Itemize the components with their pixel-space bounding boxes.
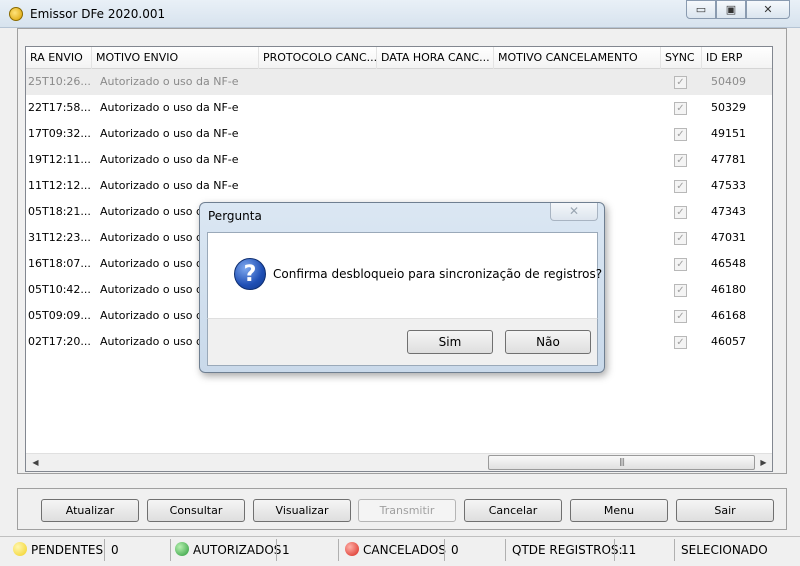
autorizados-label: AUTORIZADOS xyxy=(193,543,282,557)
title-bar: Emissor DFe 2020.001 ▭ ▣ ✕ xyxy=(0,0,800,28)
cell-id-erp: 49151 xyxy=(711,127,746,140)
window-title: Emissor DFe 2020.001 xyxy=(30,7,166,21)
qtde-registros-label: QTDE REGISTROS: xyxy=(512,543,623,557)
cell-data-envio: 05T09:09... xyxy=(28,309,90,322)
sync-checkbox[interactable]: ✓ xyxy=(674,76,687,89)
cell-id-erp: 47533 xyxy=(711,179,746,192)
menu-button[interactable]: Menu xyxy=(570,499,668,522)
divider xyxy=(674,539,675,561)
cell-id-erp: 47343 xyxy=(711,205,746,218)
cell-id-erp: 46168 xyxy=(711,309,746,322)
confirm-dialog: Pergunta ✕ ? Confirma desbloqueio para s… xyxy=(199,202,605,373)
cell-data-envio: 11T12:12... xyxy=(28,179,90,192)
autorizados-dot-icon xyxy=(175,542,189,556)
cell-data-envio: 05T18:21... xyxy=(28,205,90,218)
divider xyxy=(104,539,105,561)
divider xyxy=(444,539,445,561)
cancelados-value: 0 xyxy=(451,543,459,557)
pendentes-value: 0 xyxy=(111,543,119,557)
cell-data-envio: 31T12:23... xyxy=(28,231,90,244)
cell-data-envio: 05T10:42... xyxy=(28,283,90,296)
close-button[interactable]: ✕ xyxy=(746,0,790,19)
sync-checkbox[interactable]: ✓ xyxy=(674,232,687,245)
cell-id-erp: 46057 xyxy=(711,335,746,348)
atualizar-button[interactable]: Atualizar xyxy=(41,499,139,522)
cell-data-envio: 17T09:32... xyxy=(28,127,90,140)
sync-checkbox[interactable]: ✓ xyxy=(674,284,687,297)
dialog-close-button[interactable]: ✕ xyxy=(550,203,598,221)
cell-data-envio: 22T17:58... xyxy=(28,101,90,114)
header-motivo-cancelamento[interactable]: MOTIVO CANCELAMENTO xyxy=(494,47,661,69)
table-row[interactable]: 19T12:11... Autorizado o uso da NF-e ✓ 4778… xyxy=(26,147,772,173)
cell-id-erp: 46548 xyxy=(711,257,746,270)
cell-motivo-envio: Autorizado o uso da NF-e xyxy=(100,127,239,140)
table-row[interactable]: 17T09:32... Autorizado o uso da NF-e ✓ 4915… xyxy=(26,121,772,147)
cell-data-envio: 02T17:20... xyxy=(28,335,90,348)
header-motivo-envio[interactable]: MOTIVO ENVIO xyxy=(92,47,259,69)
divider xyxy=(276,539,277,561)
sim-button[interactable]: Sim xyxy=(407,330,493,354)
question-icon: ? xyxy=(234,258,266,290)
cell-motivo-envio: Autorizado o uso da NF-e xyxy=(100,153,239,166)
selecionado-label: SELECIONADO xyxy=(681,543,768,557)
header-id-erp[interactable]: ID ERP xyxy=(702,47,772,69)
scroll-thumb[interactable]: ||| xyxy=(488,455,755,470)
header-sync[interactable]: SYNC xyxy=(661,47,702,69)
dialog-footer: Sim Não xyxy=(207,318,598,366)
status-bar: PENDENTES 0 AUTORIZADOS 1 CANCELADOS 0 Q… xyxy=(0,536,800,566)
pendentes-dot-icon xyxy=(13,542,27,556)
cell-id-erp: 50409 xyxy=(711,75,746,88)
dialog-title: Pergunta xyxy=(208,209,262,223)
grid-header: RA ENVIO MOTIVO ENVIO PROTOCOLO CANC... … xyxy=(26,47,772,69)
sync-checkbox[interactable]: ✓ xyxy=(674,180,687,193)
cell-id-erp: 46180 xyxy=(711,283,746,296)
sync-checkbox[interactable]: ✓ xyxy=(674,154,687,167)
dialog-body: ? Confirma desbloqueio para sincronizaçã… xyxy=(207,232,602,318)
sync-checkbox[interactable]: ✓ xyxy=(674,336,687,349)
header-data-envio[interactable]: RA ENVIO xyxy=(26,47,92,69)
app-icon xyxy=(9,7,23,21)
cell-motivo-envio: Autorizado o uso da NF-e xyxy=(100,101,239,114)
dialog-message: Confirma desbloqueio para sincronização … xyxy=(273,267,603,281)
window-controls: ▭ ▣ ✕ xyxy=(686,0,790,19)
cancelados-label: CANCELADOS xyxy=(363,543,446,557)
nao-button[interactable]: Não xyxy=(505,330,591,354)
sair-button[interactable]: Sair xyxy=(676,499,774,522)
scroll-right-icon[interactable]: ▶ xyxy=(755,454,772,471)
minimize-button[interactable]: ▭ xyxy=(686,0,716,19)
sync-checkbox[interactable]: ✓ xyxy=(674,102,687,115)
cancelados-dot-icon xyxy=(345,542,359,556)
sync-checkbox[interactable]: ✓ xyxy=(674,310,687,323)
cell-data-envio: 25T10:26... xyxy=(28,75,90,88)
cell-data-envio: 16T18:07... xyxy=(28,257,90,270)
cell-id-erp: 47781 xyxy=(711,153,746,166)
transmitir-button[interactable]: Transmitir xyxy=(358,499,456,522)
cell-motivo-envio: Autorizado o uso da NF-e xyxy=(100,179,239,192)
maximize-button[interactable]: ▣ xyxy=(716,0,746,19)
autorizados-value: 1 xyxy=(282,543,290,557)
consultar-button[interactable]: Consultar xyxy=(147,499,245,522)
divider xyxy=(170,539,171,561)
table-row[interactable]: 25T10:26... Autorizado o uso da NF-e ✓ 5040… xyxy=(26,69,772,95)
qtde-registros-value: 11 xyxy=(621,543,637,557)
horizontal-scrollbar[interactable]: ◀ ||| ▶ xyxy=(26,453,772,471)
divider xyxy=(614,539,615,561)
cell-data-envio: 19T12:11... xyxy=(28,153,90,166)
sync-checkbox[interactable]: ✓ xyxy=(674,258,687,271)
divider xyxy=(338,539,339,561)
scroll-left-icon[interactable]: ◀ xyxy=(27,454,44,471)
cancelar-button[interactable]: Cancelar xyxy=(464,499,562,522)
table-row[interactable]: 11T12:12... Autorizado o uso da NF-e ✓ 4753… xyxy=(26,173,772,199)
divider xyxy=(505,539,506,561)
cell-motivo-envio: Autorizado o uso da NF-e xyxy=(100,75,239,88)
visualizar-button[interactable]: Visualizar xyxy=(253,499,351,522)
header-protocolo-canc[interactable]: PROTOCOLO CANC... xyxy=(259,47,377,69)
cell-id-erp: 50329 xyxy=(711,101,746,114)
sync-checkbox[interactable]: ✓ xyxy=(674,206,687,219)
cell-id-erp: 47031 xyxy=(711,231,746,244)
table-row[interactable]: 22T17:58... Autorizado o uso da NF-e ✓ 5032… xyxy=(26,95,772,121)
header-data-hora-canc[interactable]: DATA HORA CANC... xyxy=(377,47,494,69)
sync-checkbox[interactable]: ✓ xyxy=(674,128,687,141)
pendentes-label: PENDENTES xyxy=(31,543,104,557)
